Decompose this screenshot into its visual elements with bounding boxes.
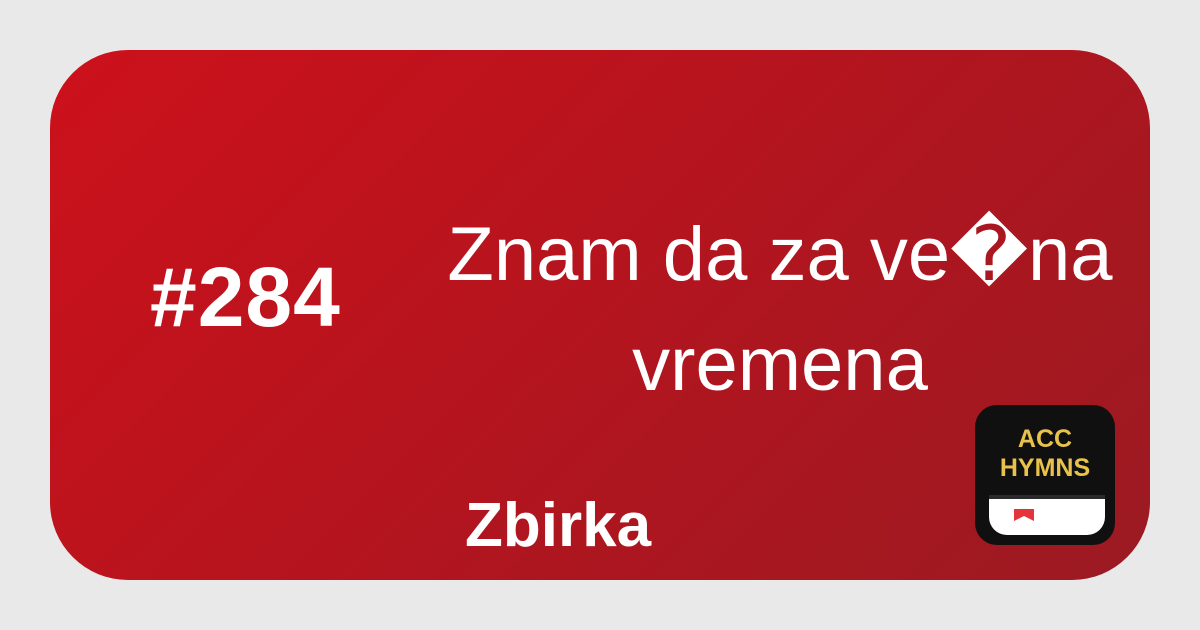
acc-hymns-logo: ACC HYMNS xyxy=(975,405,1115,545)
hymn-title: Znam da za ve�na vremena xyxy=(447,212,1113,407)
bookmark-icon xyxy=(1014,509,1034,521)
logo-text: ACC HYMNS xyxy=(999,425,1091,482)
hymn-number: #284 xyxy=(150,250,341,344)
collection-label: Zbirka xyxy=(465,491,652,560)
book-page-icon xyxy=(989,495,1105,535)
background: #284 Znam da za ve�na vremena Zbirka ACC… xyxy=(0,0,1200,630)
